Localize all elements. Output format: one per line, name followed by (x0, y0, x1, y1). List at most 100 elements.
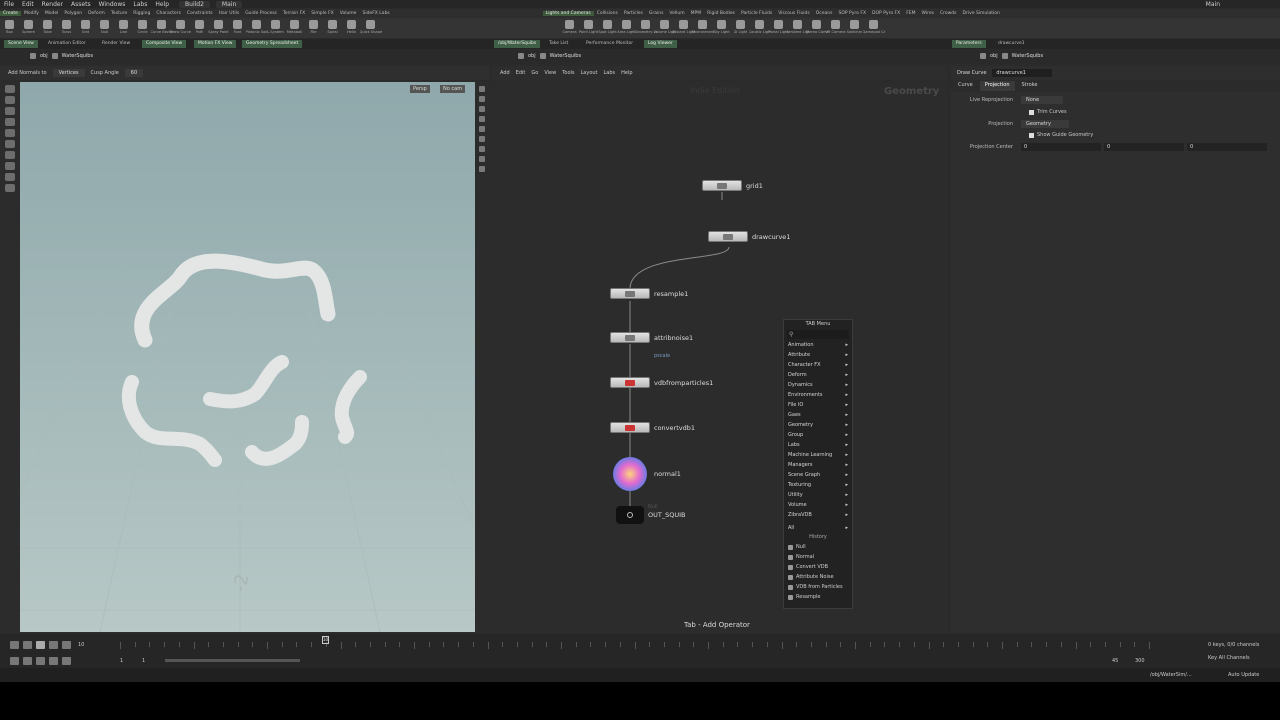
shelf-tool[interactable]: Point Light (579, 18, 598, 38)
tab-menu-item[interactable]: Animation ▸ (784, 340, 852, 350)
step-forward-icon[interactable] (62, 641, 71, 649)
stop-icon[interactable] (36, 641, 45, 649)
camera-menu[interactable]: Persp (410, 85, 430, 93)
node-name-field[interactable]: drawcurve1 (992, 69, 1053, 77)
shelf-tool[interactable]: Volume Light (654, 18, 676, 38)
breadcrumb-right[interactable]: obj WaterSquibs (980, 53, 1043, 59)
shelf-tab[interactable]: SOP Pyro FX (836, 11, 870, 16)
grid-icon[interactable] (479, 136, 485, 142)
no-cam-menu[interactable]: No cam (440, 85, 466, 93)
timeline-track[interactable] (120, 640, 1150, 650)
checkbox-icon[interactable] (1029, 109, 1034, 115)
shelf-tool[interactable]: Gamepad Camera (863, 18, 885, 38)
tab-take-list[interactable]: Take List (545, 40, 572, 48)
tab-menu-item[interactable]: Geometry ▸ (784, 420, 852, 430)
net-menu-labs[interactable]: Labs (604, 70, 616, 76)
shelf-tool[interactable]: Helix (342, 18, 361, 38)
shelf-tab[interactable]: Volume (337, 11, 360, 16)
tab-menu-search[interactable]: ⚲ (787, 330, 849, 339)
shelf-tool[interactable]: Spot Light (598, 18, 617, 38)
shelf-tool[interactable]: Spiral (323, 18, 342, 38)
camera-icon[interactable] (479, 166, 485, 172)
net-menu-view[interactable]: View (544, 70, 556, 76)
shelf-tool[interactable]: Camera (560, 18, 579, 38)
shelf-tool[interactable]: Metaball (285, 18, 304, 38)
light-icon[interactable] (479, 106, 485, 112)
menu-render[interactable]: Render (38, 1, 67, 8)
menu-edit[interactable]: Edit (18, 1, 38, 8)
timeline-playhead[interactable]: 10 (322, 636, 329, 644)
tab-menu-item[interactable]: Group ▸ (784, 430, 852, 440)
net-menu-layout[interactable]: Layout (581, 70, 598, 76)
shelf-tab[interactable]: Hair Utils (216, 11, 243, 16)
keyframe-icon[interactable] (23, 657, 32, 665)
shelf-tool[interactable]: Draw Curve (170, 18, 191, 38)
cusp-angle-field[interactable]: 60 (124, 69, 144, 77)
shelf-tool[interactable]: Area Light (617, 18, 636, 38)
shelf-tab[interactable]: Wires (919, 11, 937, 16)
projection-menu[interactable]: Geometry (1021, 120, 1069, 128)
handle-tool-icon[interactable] (5, 129, 15, 137)
shelf-tool[interactable]: VR Camera (825, 18, 846, 38)
shelf-tab[interactable]: Deform (85, 11, 108, 16)
tab-menu-item[interactable]: Labs ▸ (784, 440, 852, 450)
node-grid1[interactable]: grid1 (702, 180, 763, 191)
key-all-channels-button[interactable]: Key All Channels (1208, 655, 1250, 661)
tab-menu-item[interactable]: Machine Learning ▸ (784, 450, 852, 460)
main-selector[interactable]: Main (1202, 1, 1280, 8)
tab-menu-item[interactable]: Character FX ▸ (784, 360, 852, 370)
menu-assets[interactable]: Assets (67, 1, 95, 8)
shelf-tool[interactable]: Curve Bezier (151, 18, 173, 38)
shelf-tab[interactable]: FEM (903, 11, 918, 16)
shelf-tool[interactable]: Path (190, 18, 209, 38)
tab-motion-fx-view[interactable]: Motion FX View (194, 40, 237, 48)
shelf-tab[interactable]: Guide Process (242, 11, 280, 16)
desktop-selector[interactable]: Build2 (179, 0, 210, 8)
tab-render-view[interactable]: Render View (98, 40, 134, 48)
tab-drawcurve[interactable]: drawcurve1 (994, 40, 1029, 48)
tab-menu-item[interactable]: Scene Graph ▸ (784, 470, 852, 480)
tab-menu-item[interactable]: Deform ▸ (784, 370, 852, 380)
shelf-tab[interactable]: SideFX Labs (359, 11, 392, 16)
shelf-tool[interactable]: Environment Light (692, 18, 714, 38)
shelf-tool[interactable]: Circle (133, 18, 152, 38)
end-frame-field[interactable]: 300 (1135, 658, 1145, 664)
shelf-tool[interactable]: Tube (38, 18, 57, 38)
range-end-field[interactable]: 45 (1112, 658, 1118, 664)
shelf-tab[interactable]: Grains (646, 11, 667, 16)
scale-tool-icon[interactable] (5, 118, 15, 126)
net-menu-add[interactable]: Add (500, 70, 510, 76)
tab-menu-item[interactable]: Volume ▸ (784, 500, 852, 510)
start-frame-field[interactable]: 1 (120, 658, 123, 664)
shelf-tab[interactable]: Particle Fluids (738, 11, 775, 16)
node-resample1[interactable]: resample1 (610, 288, 688, 299)
projection-center-x[interactable]: 0 (1021, 143, 1101, 151)
rotate-tool-icon[interactable] (5, 107, 15, 115)
tab-projection[interactable]: Projection (979, 81, 1015, 91)
shelf-tab[interactable]: Characters (153, 11, 184, 16)
history-item[interactable]: Normal (784, 552, 852, 562)
shelf-tab[interactable]: Crowds (937, 11, 960, 16)
tab-curve[interactable]: Curve (953, 81, 978, 91)
shelf-tab[interactable]: Modify (21, 11, 42, 16)
shelf-tool[interactable]: Portal Light (768, 18, 789, 38)
auto-update-button[interactable]: Auto Update (1228, 672, 1259, 678)
node-out-squib[interactable]: OUT_SQUIB (616, 506, 685, 524)
menu-file[interactable]: File (0, 1, 18, 8)
tab-menu-item[interactable]: File IO ▸ (784, 400, 852, 410)
shelf-tool[interactable]: Stereo Camera (806, 18, 828, 38)
tab-log-viewer[interactable]: Log Viewer (644, 40, 677, 48)
shelf-tool[interactable]: Quick Shapes (360, 18, 382, 38)
audio-icon[interactable] (49, 657, 58, 665)
shelf-tab[interactable]: Texture (108, 11, 130, 16)
tab-parameters[interactable]: Parameters (952, 40, 986, 48)
tab-menu-item[interactable]: Texturing ▸ (784, 480, 852, 490)
tab-animation-editor[interactable]: Animation Editor (44, 40, 90, 48)
play-icon[interactable] (49, 641, 58, 649)
breadcrumb-mid[interactable]: obj WaterSquibs (518, 53, 581, 59)
menu-windows[interactable]: Windows (95, 1, 130, 8)
settings-icon[interactable] (62, 657, 71, 665)
shelf-tool[interactable]: File (304, 18, 323, 38)
shelf-tool[interactable]: GI Light (731, 18, 750, 38)
shelf-tool[interactable]: Distant Light (673, 18, 695, 38)
